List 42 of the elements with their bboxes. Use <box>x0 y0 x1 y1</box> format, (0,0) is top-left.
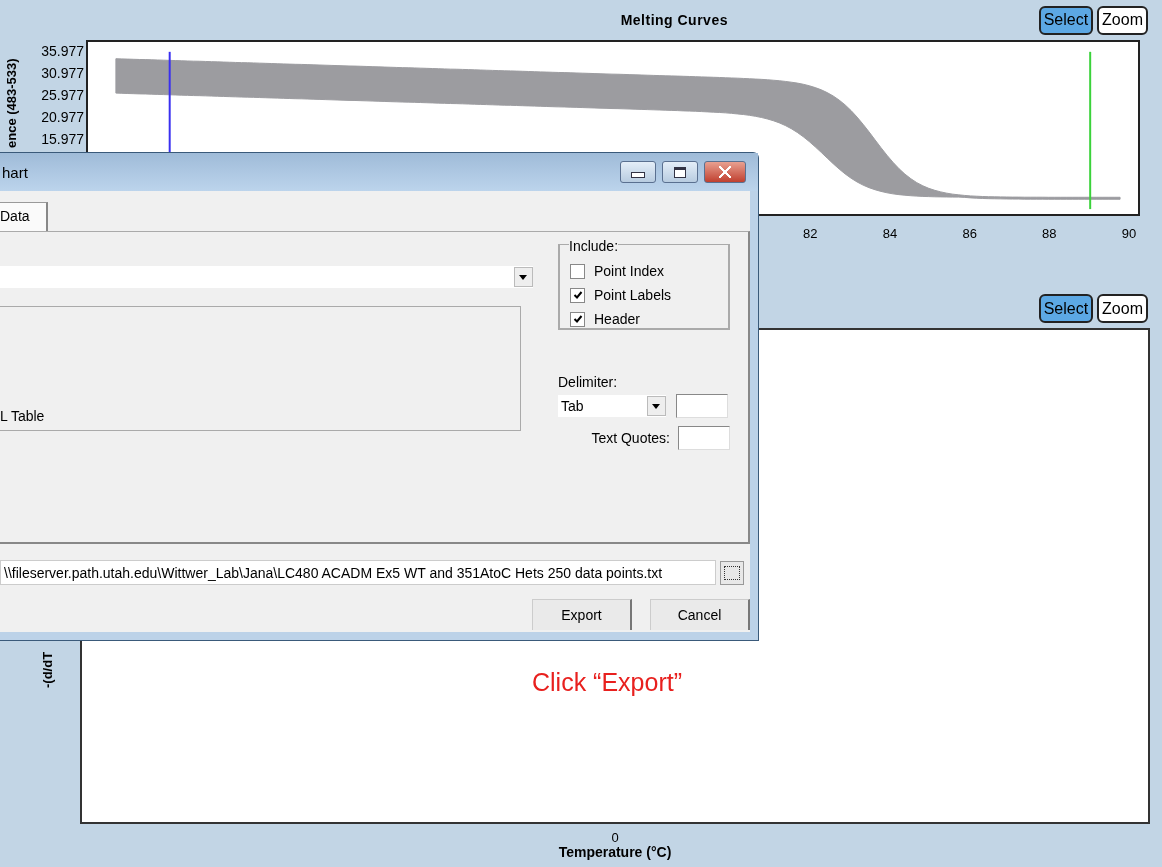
x-tick-label: 0 <box>611 830 619 845</box>
x-tick-label: 90 <box>1121 226 1137 241</box>
y-tick-label: 30.977 <box>41 65 85 82</box>
dialog-button[interactable]: Cancel <box>650 599 750 630</box>
tab[interactable]: Data <box>0 202 48 231</box>
x-tick-label: 82 <box>803 226 818 241</box>
y-tick-label: 20.977 <box>41 109 85 126</box>
checkbox-label: Point Labels <box>594 287 672 303</box>
chart-mode-button[interactable]: Zoom <box>1097 5 1148 35</box>
delimiter-label: Delimiter: <box>558 374 619 390</box>
y-axis-label: ence (483-533) <box>4 58 19 148</box>
delimiter-dropdown[interactable]: Tab <box>558 395 666 417</box>
dialog-button[interactable]: Export <box>532 599 632 630</box>
y-axis-label: -(d/dT <box>40 651 55 688</box>
checkbox[interactable] <box>570 287 585 303</box>
x-tick-label: 84 <box>882 226 898 241</box>
x-axis-label: Temperature (°C) <box>557 844 673 860</box>
close-button[interactable] <box>704 161 746 183</box>
group-legend: Include: <box>569 238 619 254</box>
y-tick-label: 25.977 <box>41 87 85 104</box>
y-tick-label: 15.977 <box>41 131 85 148</box>
file-path-field[interactable]: \\fileserver.path.utah.edu\Wittwer_Lab\Jana\LC480 ACADM Ex5 WT and 351AtoC Hets 250 data points.txt <box>0 560 716 585</box>
text-quotes-field[interactable] <box>678 426 730 450</box>
chart-title: Melting Curves <box>619 12 729 28</box>
checkbox[interactable] <box>570 263 585 279</box>
delimiter-field[interactable] <box>676 394 728 418</box>
format-option[interactable]: L Table <box>0 408 45 424</box>
y-tick-label: 35.977 <box>41 43 85 60</box>
x-tick-label: 88 <box>1042 226 1057 241</box>
x-tick-label: 86 <box>962 226 977 241</box>
chart-mode-button[interactable]: Select <box>1038 294 1094 323</box>
minimize-button[interactable] <box>620 161 656 183</box>
chart-mode-button[interactable]: Zoom <box>1097 294 1148 323</box>
chart-mode-button[interactable]: Select <box>1038 5 1094 35</box>
checkbox-label: Point Index <box>594 263 665 279</box>
checkbox[interactable] <box>570 311 585 327</box>
browse-button[interactable] <box>720 560 744 585</box>
window-title: hart <box>1 163 29 181</box>
maximize-button[interactable] <box>662 161 698 183</box>
text-quotes-label: Text Quotes: <box>591 430 670 446</box>
checkbox-label: Header <box>594 311 640 327</box>
annotation-text: Click “Export” <box>532 668 682 697</box>
